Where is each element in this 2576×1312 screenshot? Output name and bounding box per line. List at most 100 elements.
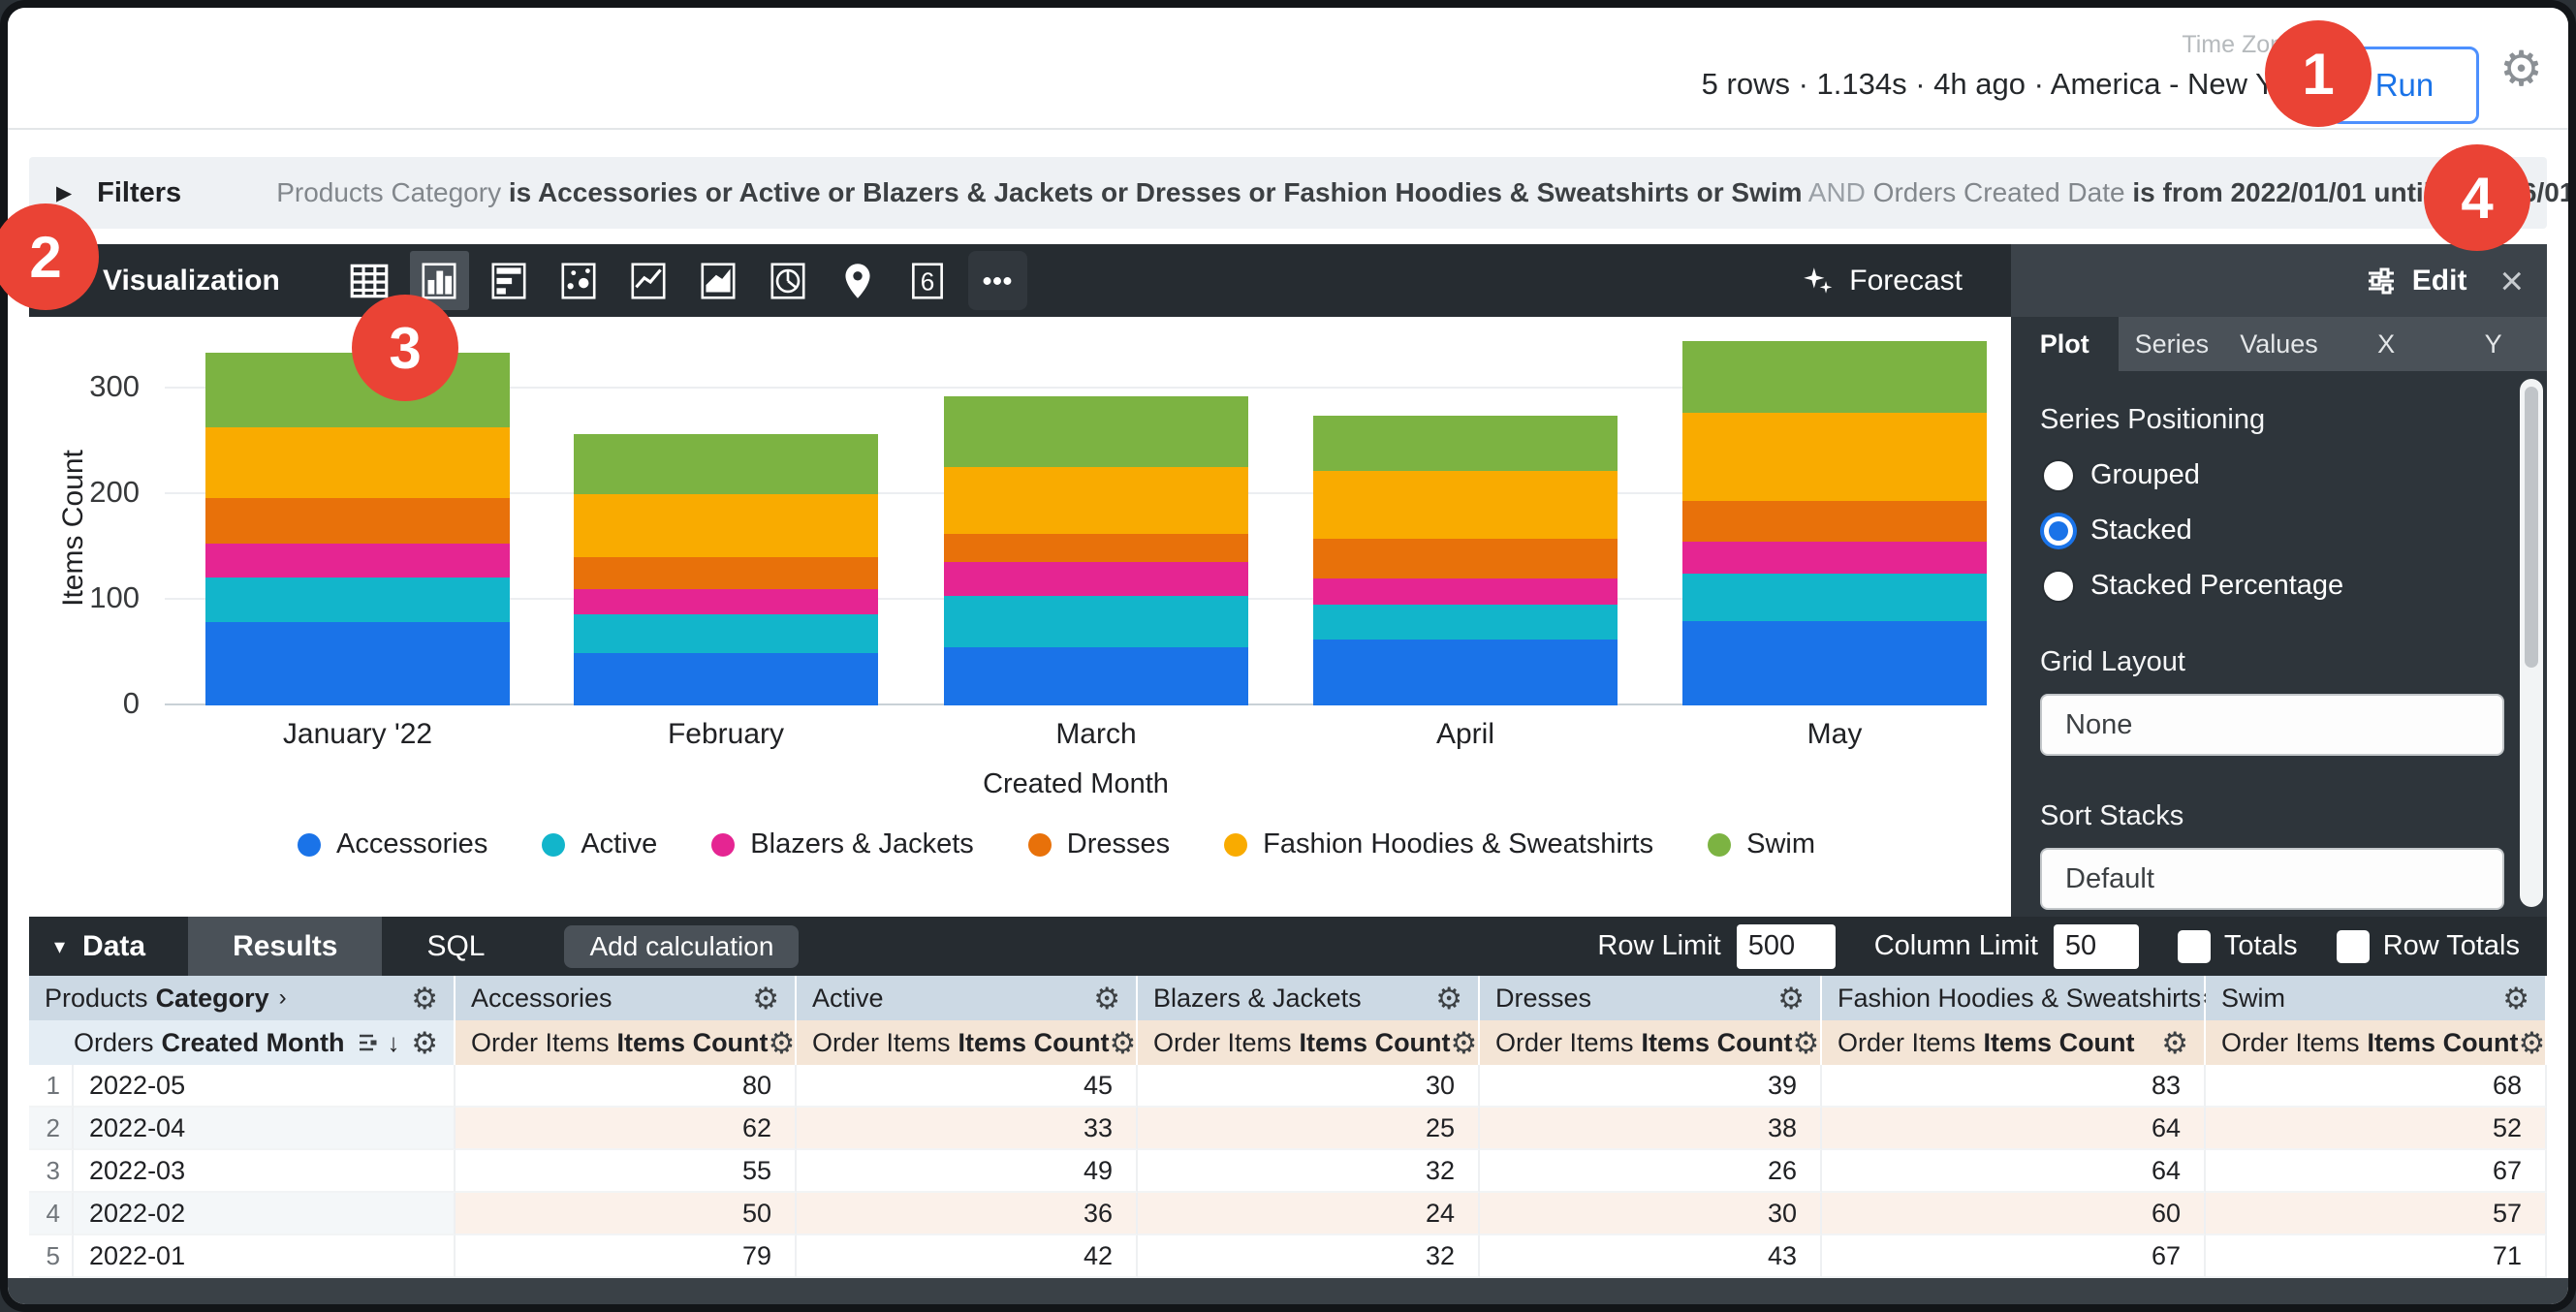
cell-value[interactable]: 24 [1138, 1193, 1480, 1235]
column-header-swim[interactable]: Swim⚙ [2206, 976, 2547, 1020]
bar-segment[interactable] [574, 614, 878, 652]
bar-segment[interactable] [1682, 542, 1987, 574]
edit-tab-values[interactable]: Values [2225, 317, 2333, 371]
bar-segment[interactable] [574, 494, 878, 557]
edit-panel-scrollbar[interactable] [2520, 379, 2543, 907]
bar-segment[interactable] [205, 427, 510, 498]
bar-segment[interactable] [205, 498, 510, 544]
bar-segment[interactable] [1313, 539, 1618, 578]
edit-tab-x[interactable]: X [2333, 317, 2440, 371]
bar-segment[interactable] [1313, 640, 1618, 705]
bar-segment[interactable] [944, 467, 1248, 535]
cell-value[interactable]: 67 [2206, 1150, 2547, 1193]
bar-segment[interactable] [205, 544, 510, 578]
gear-icon[interactable]: ⚙ [1793, 1028, 1820, 1058]
column-header-fashion-hoodies-sweatshirts[interactable]: Fashion Hoodies & Sweatshirts⚙ [1822, 976, 2206, 1020]
grid-layout-select[interactable]: None [2040, 694, 2504, 756]
cell-value[interactable]: 55 [456, 1150, 797, 1193]
column-limit-input[interactable] [2054, 924, 2139, 969]
cell-month[interactable]: 2022-02 [74, 1193, 456, 1235]
column-header-dresses[interactable]: Dresses⚙ [1480, 976, 1822, 1020]
gear-icon[interactable]: ⚙ [1110, 1028, 1137, 1058]
more-viz-icon[interactable] [968, 251, 1027, 310]
totals-checkbox[interactable] [2178, 930, 2211, 963]
bar-segment[interactable] [1313, 471, 1618, 539]
legend-item[interactable]: Swim [1708, 828, 1815, 860]
cell-value[interactable]: 38 [1480, 1108, 1822, 1150]
cell-value[interactable]: 67 [1822, 1235, 2206, 1278]
legend-item[interactable]: Active [542, 828, 657, 860]
column-header-active[interactable]: Active⚙ [797, 976, 1138, 1020]
subheader-orders-created-month[interactable]: OrdersCreated Month↓⚙ [29, 1020, 456, 1065]
bar-segment[interactable] [1313, 578, 1618, 605]
radio-stacked-percentage[interactable]: Stacked Percentage [2044, 570, 2504, 602]
gear-icon[interactable]: ⚙ [1451, 1028, 1478, 1058]
stacked-bar-april[interactable] [1313, 416, 1618, 705]
cell-value[interactable]: 50 [456, 1193, 797, 1235]
radio-icon[interactable] [2044, 516, 2073, 546]
cell-value[interactable]: 79 [456, 1235, 797, 1278]
stacked-bar-may[interactable] [1682, 341, 1987, 705]
caret-right-icon[interactable]: ▶ [56, 181, 72, 205]
cell-month[interactable]: 2022-04 [74, 1108, 456, 1150]
legend-item[interactable]: Accessories [298, 828, 487, 860]
bar-segment[interactable] [944, 647, 1248, 705]
cell-month[interactable]: 2022-03 [74, 1150, 456, 1193]
scatter-viz-icon[interactable] [550, 251, 609, 310]
cell-value[interactable]: 71 [2206, 1235, 2547, 1278]
column-header-accessories[interactable]: Accessories⚙ [456, 976, 797, 1020]
area-viz-icon[interactable] [689, 251, 748, 310]
legend-item[interactable]: Fashion Hoodies & Sweatshirts [1224, 828, 1653, 860]
cell-value[interactable]: 83 [1822, 1065, 2206, 1108]
map-viz-icon[interactable] [829, 251, 888, 310]
scrollbar-thumb[interactable] [2525, 387, 2538, 668]
edit-tab-y[interactable]: Y [2439, 317, 2547, 371]
gear-icon[interactable]: ⚙ [2161, 1028, 2188, 1058]
cell-value[interactable]: 57 [2206, 1193, 2547, 1235]
sort-stacks-select[interactable]: Default [2040, 848, 2504, 910]
cell-value[interactable]: 32 [1138, 1235, 1480, 1278]
cell-value[interactable]: 49 [797, 1150, 1138, 1193]
bar-segment[interactable] [205, 578, 510, 622]
subheader-items-count[interactable]: Order ItemsItems Count⚙ [1822, 1020, 2206, 1065]
legend-item[interactable]: Blazers & Jackets [711, 828, 973, 860]
gear-icon[interactable]: ⚙ [769, 1028, 796, 1058]
radio-icon[interactable] [2044, 572, 2073, 601]
cell-value[interactable]: 43 [1480, 1235, 1822, 1278]
legend-item[interactable]: Dresses [1028, 828, 1170, 860]
row-totals-checkbox[interactable] [2337, 930, 2370, 963]
bar-segment[interactable] [944, 596, 1248, 647]
bar-segment[interactable] [574, 557, 878, 589]
bar-segment[interactable] [1682, 621, 1987, 705]
line-viz-icon[interactable] [619, 251, 678, 310]
data-section-title[interactable]: Data [82, 930, 145, 963]
stacked-bar-february[interactable] [574, 434, 878, 705]
bar-segment[interactable] [944, 396, 1248, 467]
cell-value[interactable]: 30 [1138, 1065, 1480, 1108]
bar-segment[interactable] [1682, 413, 1987, 501]
gear-icon[interactable]: ⚙ [2502, 984, 2529, 1014]
stacked-bar-chart[interactable]: Items Count Created Month AccessoriesAct… [29, 317, 2011, 917]
add-calculation-button[interactable]: Add calculation [564, 925, 799, 968]
cell-value[interactable]: 45 [797, 1065, 1138, 1108]
forecast-button[interactable]: Forecast [1801, 265, 1963, 297]
bar-segment[interactable] [1682, 341, 1987, 413]
filters-bar[interactable]: ▶ Filters Products Category is Accessori… [29, 157, 2547, 229]
cell-value[interactable]: 62 [456, 1108, 797, 1150]
cell-value[interactable]: 26 [1480, 1150, 1822, 1193]
bar-segment[interactable] [574, 653, 878, 706]
cell-value[interactable]: 30 [1480, 1193, 1822, 1235]
bar-segment[interactable] [944, 562, 1248, 596]
column-header-blazers-jackets[interactable]: Blazers & Jackets⚙ [1138, 976, 1480, 1020]
cell-value[interactable]: 64 [1822, 1108, 2206, 1150]
cell-month[interactable]: 2022-05 [74, 1065, 456, 1108]
caret-down-icon[interactable]: ▾ [54, 934, 65, 959]
radio-icon[interactable] [2044, 461, 2073, 490]
bar-segment[interactable] [1682, 574, 1987, 621]
tab-results[interactable]: Results [188, 917, 382, 976]
bar-segment[interactable] [1682, 501, 1987, 543]
edit-tab-plot[interactable]: Plot [2011, 317, 2119, 371]
single-viz-icon[interactable]: 6 [898, 251, 958, 310]
cell-value[interactable]: 33 [797, 1108, 1138, 1150]
bar-segment[interactable] [1313, 416, 1618, 471]
